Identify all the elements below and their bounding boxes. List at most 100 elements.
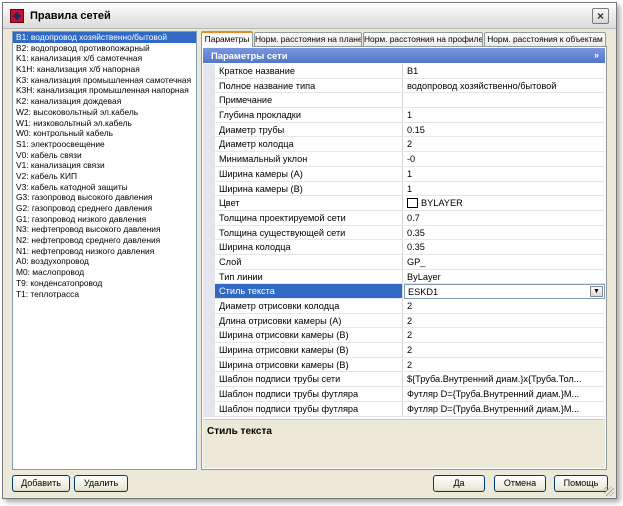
- title-bar[interactable]: Правила сетей ×: [3, 3, 616, 29]
- property-row[interactable]: Слой GP_: [203, 254, 605, 270]
- property-value[interactable]: 2: [404, 299, 605, 314]
- network-list-item[interactable]: T1: теплотрасса: [13, 289, 196, 300]
- property-value[interactable]: 2: [404, 313, 605, 329]
- network-list-item[interactable]: S1: электроосвещение: [13, 139, 196, 150]
- property-value[interactable]: BYLAYER: [404, 196, 605, 211]
- property-row[interactable]: Шаблон подписи трубы сети ${Труба.Внутрен…: [203, 372, 605, 388]
- property-value[interactable]: 2: [404, 343, 605, 358]
- property-row[interactable]: Диаметр колодца 2: [203, 137, 605, 153]
- network-list-item[interactable]: K1H: канализация х/б напорная: [13, 64, 196, 75]
- property-value[interactable]: 2: [404, 328, 605, 344]
- cancel-button[interactable]: Отмена: [494, 475, 546, 492]
- property-name[interactable]: Слой: [215, 254, 403, 270]
- property-value[interactable]: B1: [404, 64, 605, 79]
- network-list-item[interactable]: W2: высоковольтный эл.кабель: [13, 107, 196, 118]
- property-row[interactable]: Толщина проектируемой сети 0.7: [203, 210, 605, 226]
- property-name[interactable]: Ширина камеры (B): [215, 181, 403, 197]
- property-name[interactable]: Диаметр колодца: [215, 137, 403, 153]
- network-list-item[interactable]: N1: нефтепровод низкого давления: [13, 246, 196, 257]
- section-header[interactable]: Параметры сети »: [203, 48, 605, 63]
- tab-object-distances[interactable]: Норм. расстояния к объектам: [484, 32, 606, 46]
- property-value[interactable]: ESKD1 ▼: [404, 284, 605, 299]
- close-icon[interactable]: ×: [592, 8, 609, 24]
- ok-button[interactable]: Да: [433, 475, 485, 492]
- network-list-item[interactable]: V2: кабель КИП: [13, 171, 196, 182]
- property-value[interactable]: GP_: [404, 254, 605, 270]
- network-list-item[interactable]: N3: нефтепровод высокого давления: [13, 224, 196, 235]
- property-row[interactable]: Шаблон подписи трубы футляра Футляр D={Тр…: [203, 387, 605, 402]
- property-name[interactable]: Глубина прокладки: [215, 108, 403, 123]
- property-row[interactable]: Диаметр трубы 0.15: [203, 122, 605, 138]
- property-row[interactable]: Стиль текста ESKD1 ▼: [203, 284, 605, 299]
- network-list-item[interactable]: N2: нефтепровод среднего давления: [13, 235, 196, 246]
- network-list-item[interactable]: K2: канализация дождевая: [13, 96, 196, 107]
- property-value[interactable]: 2: [404, 137, 605, 153]
- property-value[interactable]: 0.35: [404, 225, 605, 241]
- network-list-item[interactable]: A0: воздухопровод: [13, 256, 196, 267]
- property-name[interactable]: Ширина отрисовки камеры (B): [215, 328, 403, 344]
- tab-plan-distances[interactable]: Норм. расстояния на плане: [254, 32, 362, 46]
- property-name[interactable]: Ширина отрисовки камеры (B): [215, 357, 403, 373]
- property-row[interactable]: Краткое название B1: [203, 64, 605, 79]
- chevron-down-icon[interactable]: ▼: [590, 286, 603, 298]
- network-list-item[interactable]: W0: контрольный кабель: [13, 128, 196, 139]
- delete-button[interactable]: Удалить: [74, 475, 128, 492]
- property-value[interactable]: -0: [404, 152, 605, 167]
- property-name[interactable]: Ширина колодца: [215, 240, 403, 255]
- network-list-item[interactable]: K3H: канализация промышленная напорная: [13, 85, 196, 96]
- network-list-item[interactable]: M0: маслопровод: [13, 267, 196, 278]
- property-value[interactable]: ByLayer: [404, 269, 605, 285]
- network-list-item[interactable]: G3: газопровод высокого давления: [13, 192, 196, 203]
- property-value[interactable]: [404, 93, 605, 109]
- tab-profile-distances[interactable]: Норм. расстояния на профиле: [363, 32, 483, 46]
- property-name[interactable]: Толщина проектируемой сети: [215, 210, 403, 226]
- property-name[interactable]: Полное название типа: [215, 78, 403, 94]
- property-name[interactable]: Цвет: [215, 196, 403, 211]
- property-row[interactable]: Ширина отрисовки камеры (B) 2: [203, 357, 605, 373]
- network-list-item[interactable]: K1: канализация х/б самотечная: [13, 53, 196, 64]
- property-value[interactable]: водопровод хозяйственно/бытовой: [404, 78, 605, 94]
- network-list-item[interactable]: V1: канализация связи: [13, 160, 196, 171]
- property-value[interactable]: 0.15: [404, 122, 605, 138]
- property-name[interactable]: Стиль текста: [215, 284, 403, 299]
- property-value[interactable]: 1: [404, 108, 605, 123]
- property-value[interactable]: 0.7: [404, 210, 605, 226]
- property-name[interactable]: Шаблон подписи трубы футляра: [215, 387, 403, 402]
- help-button[interactable]: Помощь: [554, 475, 608, 492]
- property-row[interactable]: Тип линии ByLayer: [203, 269, 605, 285]
- property-value[interactable]: 1: [404, 181, 605, 197]
- property-name[interactable]: Диаметр трубы: [215, 122, 403, 138]
- network-list-item[interactable]: B1: водопровод хозяйственно/бытовой: [13, 32, 196, 43]
- network-list-item[interactable]: T9: конденсатопровод: [13, 278, 196, 289]
- property-name[interactable]: Толщина существующей сети: [215, 225, 403, 241]
- property-row[interactable]: Полное название типа водопровод хозяйстве…: [203, 78, 605, 94]
- property-value[interactable]: Футляр D={Труба.Внутренний диам.}M...: [404, 401, 605, 417]
- resize-grip[interactable]: [604, 486, 614, 496]
- property-name[interactable]: Диаметр отрисовки колодца: [215, 299, 403, 314]
- property-row[interactable]: Глубина прокладки 1: [203, 108, 605, 123]
- collapse-icon[interactable]: »: [594, 48, 599, 63]
- property-name[interactable]: Примечание: [215, 93, 403, 109]
- property-value[interactable]: ${Труба.Внутренний диам.}x{Труба.Тол...: [404, 372, 605, 388]
- property-name[interactable]: Шаблон подписи трубы футляра: [215, 401, 403, 417]
- property-row[interactable]: Диаметр отрисовки колодца 2: [203, 299, 605, 314]
- network-list-item[interactable]: B2: водопровод противопожарный: [13, 43, 196, 54]
- network-list-item[interactable]: G2: газопровод среднего давления: [13, 203, 196, 214]
- network-list-item[interactable]: G1: газопровод низкого давления: [13, 214, 196, 225]
- property-row[interactable]: Шаблон подписи трубы футляра Футляр D={Тр…: [203, 401, 605, 417]
- property-value[interactable]: 0.35: [404, 240, 605, 255]
- property-row[interactable]: Ширина колодца 0.35: [203, 240, 605, 255]
- property-row[interactable]: Примечание: [203, 93, 605, 109]
- property-row[interactable]: Ширина отрисовки камеры (B) 2: [203, 343, 605, 358]
- property-name[interactable]: Длина отрисовки камеры (A): [215, 313, 403, 329]
- property-row[interactable]: Ширина отрисовки камеры (B) 2: [203, 328, 605, 344]
- property-row[interactable]: Минимальный уклон -0: [203, 152, 605, 167]
- network-list-item[interactable]: V3: кабель катодной защиты: [13, 182, 196, 193]
- tab-parameters[interactable]: Параметры: [201, 31, 253, 47]
- network-list-item[interactable]: W1: низковольтный эл.кабель: [13, 118, 196, 129]
- property-row[interactable]: Цвет BYLAYER: [203, 196, 605, 211]
- network-list-item[interactable]: K3: канализация промышленная самотечная: [13, 75, 196, 86]
- property-name[interactable]: Ширина отрисовки камеры (B): [215, 343, 403, 358]
- property-name[interactable]: Ширина камеры (A): [215, 166, 403, 182]
- property-name[interactable]: Шаблон подписи трубы сети: [215, 372, 403, 388]
